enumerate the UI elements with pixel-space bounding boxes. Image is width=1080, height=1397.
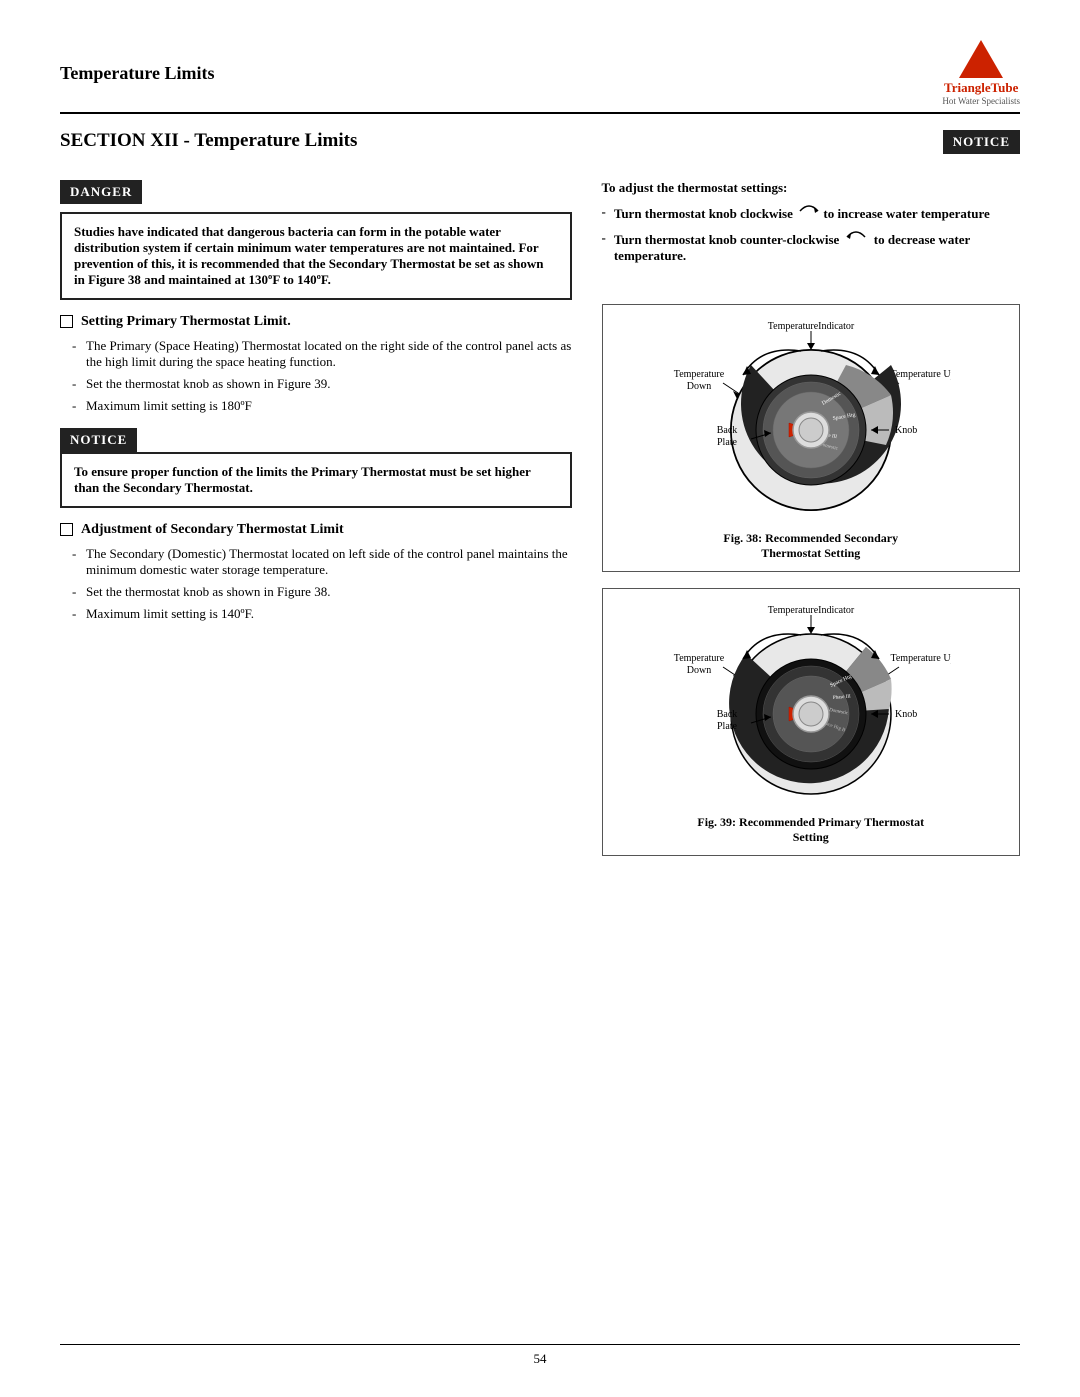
page-number: 54 (534, 1351, 547, 1367)
notice-left-section: NOTICE To ensure proper function of the … (60, 428, 572, 508)
svg-text:TemperatureIndicator: TemperatureIndicator (768, 605, 855, 616)
adjust-bullet-1-text: Turn thermostat knob clockwise to increa… (614, 204, 990, 222)
counterclockwise-arrow-icon (845, 230, 867, 244)
dash-1: - (602, 204, 606, 220)
primary-bullet-3: Maximum limit setting is 180ºF (72, 398, 572, 414)
danger-content: Studies have indicated that dangerous ba… (60, 212, 572, 300)
danger-text: Studies have indicated that dangerous ba… (74, 224, 543, 287)
figure-38-diagram: TemperatureIndicator Temperature Down Te… (613, 315, 1010, 525)
figure-39: TemperatureIndicator Temperature Down Te… (602, 588, 1021, 856)
adjust-instructions: To adjust the thermostat settings: - Tur… (602, 180, 1021, 276)
primary-checkbox (60, 315, 73, 328)
section-title: SECTION XII - Temperature Limits (60, 130, 357, 152)
logo-sub: Hot Water Specialists (942, 96, 1020, 106)
primary-heading-text: Setting Primary Thermostat Limit. (81, 314, 291, 330)
secondary-checkbox (60, 523, 73, 536)
right-column: To adjust the thermostat settings: - Tur… (602, 180, 1021, 856)
svg-text:Back: Back (716, 425, 737, 436)
svg-text:Plate: Plate (717, 437, 738, 448)
danger-section: DANGER Studies have indicated that dange… (60, 180, 572, 300)
page-footer: 54 (0, 1344, 1080, 1367)
svg-text:Back: Back (716, 709, 737, 720)
danger-label: DANGER (60, 180, 142, 204)
svg-text:Down: Down (687, 381, 711, 392)
svg-text:Temperature Up: Temperature Up (890, 653, 951, 664)
clockwise-arrow-icon (798, 204, 820, 218)
dash-2: - (602, 230, 606, 246)
notice-left-text: To ensure proper function of the limits … (74, 464, 531, 495)
secondary-adjustment-heading: Adjustment of Secondary Thermostat Limit (60, 522, 572, 538)
page-header: Temperature Limits TriangleTube Hot Wate… (60, 40, 1020, 114)
secondary-heading-text: Adjustment of Secondary Thermostat Limit (81, 522, 344, 538)
secondary-bullet-3: Maximum limit setting is 140ºF. (72, 606, 572, 622)
logo: TriangleTube Hot Water Specialists (942, 40, 1020, 106)
svg-text:Temperature: Temperature (674, 653, 725, 664)
secondary-bullet-1: The Secondary (Domestic) Thermostat loca… (72, 546, 572, 578)
adjust-heading: To adjust the thermostat settings: (602, 180, 1021, 196)
footer-line (60, 1344, 1020, 1345)
svg-text:Knob: Knob (895, 709, 917, 720)
notice-left-label: NOTICE (60, 428, 137, 452)
primary-setting-heading: Setting Primary Thermostat Limit. (60, 314, 572, 330)
page-title: Temperature Limits (60, 63, 215, 84)
adjust-bullet-2-text: Turn thermostat knob counter-clockwise t… (614, 230, 1020, 264)
svg-text:Plate: Plate (717, 721, 738, 732)
logo-name: TriangleTube (944, 80, 1018, 96)
secondary-bullets: The Secondary (Domestic) Thermostat loca… (60, 546, 572, 622)
primary-bullet-2: Set the thermostat knob as shown in Figu… (72, 376, 572, 392)
thermostat-39-svg: TemperatureIndicator Temperature Down Te… (671, 599, 951, 809)
svg-text:Temperature Up: Temperature Up (890, 369, 951, 380)
content-columns: DANGER Studies have indicated that dange… (60, 180, 1020, 856)
notice-left-content: To ensure proper function of the limits … (60, 452, 572, 508)
svg-text:Temperature: Temperature (674, 369, 725, 380)
figure-39-diagram: TemperatureIndicator Temperature Down Te… (613, 599, 1010, 809)
fig38-caption: Fig. 38: Recommended Secondary Thermosta… (613, 531, 1010, 561)
svg-text:TemperatureIndicator: TemperatureIndicator (768, 321, 855, 332)
primary-bullets: The Primary (Space Heating) Thermostat l… (60, 338, 572, 414)
primary-bullet-1: The Primary (Space Heating) Thermostat l… (72, 338, 572, 370)
svg-text:Down: Down (687, 665, 711, 676)
left-column: DANGER Studies have indicated that dange… (60, 180, 572, 856)
figure-38: TemperatureIndicator Temperature Down Te… (602, 304, 1021, 572)
svg-text:Knob: Knob (895, 425, 917, 436)
thermostat-38-svg: TemperatureIndicator Temperature Down Te… (671, 315, 951, 525)
secondary-bullet-2: Set the thermostat knob as shown in Figu… (72, 584, 572, 600)
fig39-caption: Fig. 39: Recommended Primary Thermostat … (613, 815, 1010, 845)
logo-triangle-icon (959, 40, 1003, 78)
adjust-bullet-1: - Turn thermostat knob clockwise to incr… (602, 204, 1021, 222)
notice-top-label: NOTICE (943, 130, 1020, 154)
adjust-bullet-2: - Turn thermostat knob counter-clockwise… (602, 230, 1021, 264)
